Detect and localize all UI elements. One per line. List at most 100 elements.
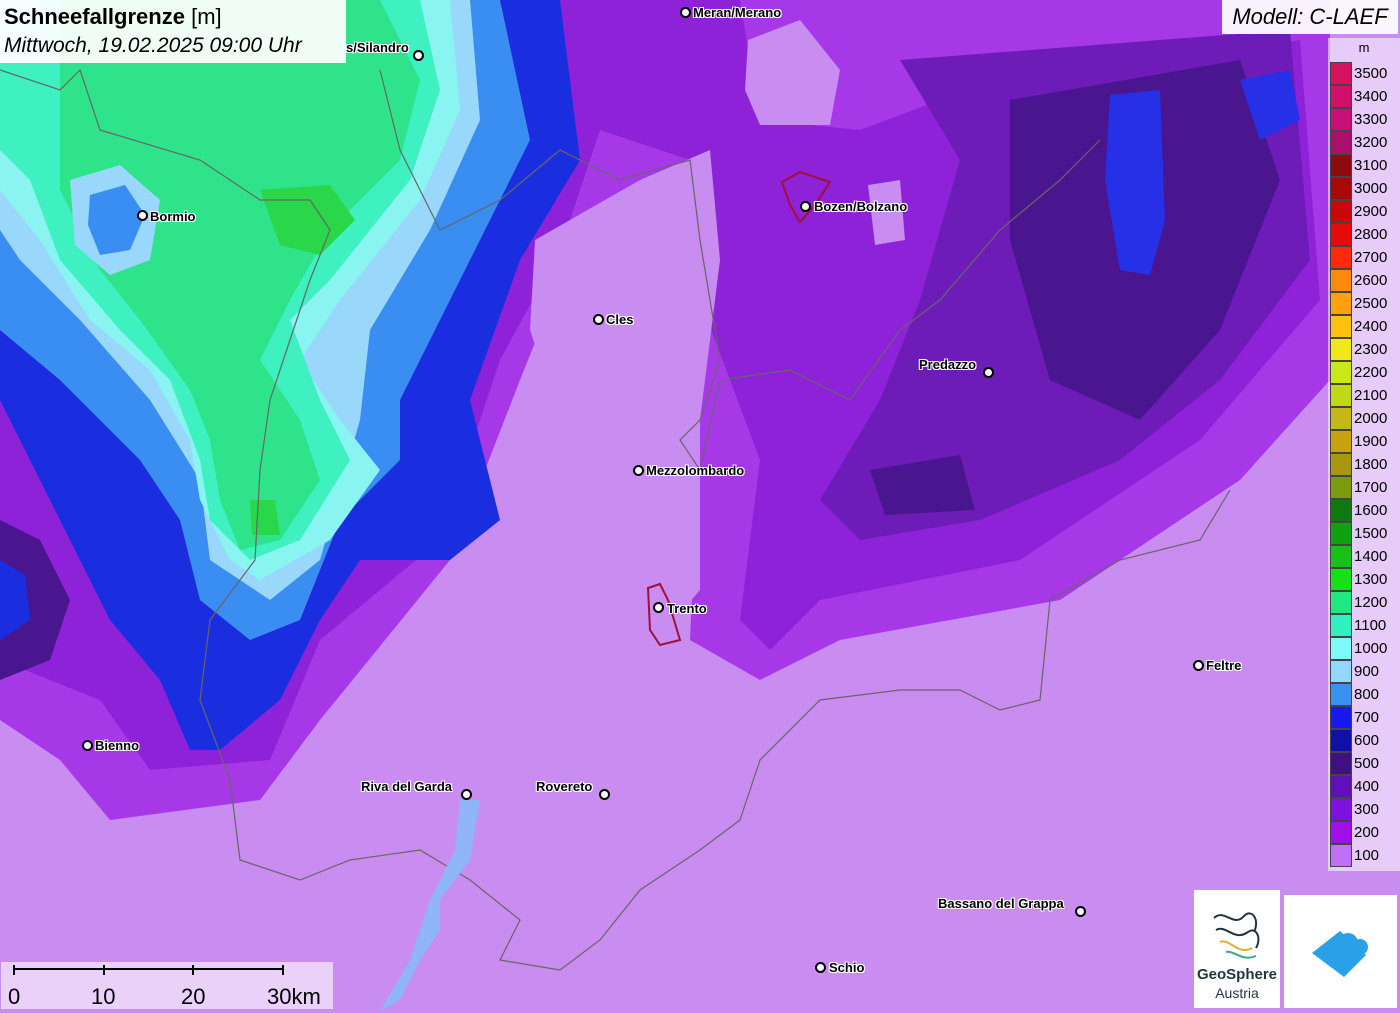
city-label: Schio <box>829 960 865 975</box>
legend-swatch <box>1330 223 1352 246</box>
city-label: Rovereto <box>536 779 593 794</box>
legend-swatch <box>1330 591 1352 614</box>
legend-swatch <box>1330 821 1352 844</box>
legend-swatch <box>1330 683 1352 706</box>
legend-label: 1000 <box>1354 640 1388 657</box>
legend-row: 2500 <box>1328 292 1400 315</box>
legend-swatch <box>1330 752 1352 775</box>
legend-swatch <box>1330 177 1352 200</box>
legend-row: 1300 <box>1328 568 1400 591</box>
city-dot-icon <box>593 314 604 325</box>
city-label: Bormio <box>150 209 196 224</box>
legend-label: 3500 <box>1354 65 1388 82</box>
city-label: Feltre <box>1206 658 1242 673</box>
legend-row: 1200 <box>1328 591 1400 614</box>
geosphere-logo-icon <box>1213 912 1260 959</box>
legend-swatch <box>1330 246 1352 269</box>
legend-row: 500 <box>1328 752 1400 775</box>
legend-row: 2900 <box>1328 200 1400 223</box>
legend-swatch <box>1330 545 1352 568</box>
model-label: Modell: C-LAEF <box>1222 0 1398 34</box>
map-title: Schneefallgrenze [m] <box>4 4 222 29</box>
legend-swatch <box>1330 62 1352 85</box>
legend-swatch <box>1330 200 1352 223</box>
city-dot-icon <box>633 465 644 476</box>
legend-row: 3400 <box>1328 85 1400 108</box>
legend-swatch <box>1330 729 1352 752</box>
legend-label: 1900 <box>1354 433 1388 450</box>
city-dot-icon <box>1193 660 1204 671</box>
legend-label: 300 <box>1354 801 1380 818</box>
legend-label: 700 <box>1354 709 1380 726</box>
legend-swatch <box>1330 453 1352 476</box>
city-label: Bassano del Grappa <box>938 896 1064 911</box>
scale-label: 10 <box>91 984 116 1009</box>
city-label: Meran/Merano <box>693 5 782 20</box>
legend-swatch <box>1330 522 1352 545</box>
legend-label: 400 <box>1354 778 1380 795</box>
city-dot-icon <box>413 50 424 61</box>
app-logo[interactable] <box>1284 895 1397 1008</box>
legend-label: 100 <box>1354 847 1380 864</box>
city-dot-icon <box>137 210 148 221</box>
legend-label: 600 <box>1354 732 1380 749</box>
legend-label: 800 <box>1354 686 1380 703</box>
snowfall-map[interactable] <box>0 0 1400 1011</box>
legend-row: 3200 <box>1328 131 1400 154</box>
legend-label: 2100 <box>1354 387 1388 404</box>
legend-swatch <box>1330 131 1352 154</box>
legend-swatch <box>1330 430 1352 453</box>
city-dot-icon <box>815 962 826 973</box>
legend-row: 600 <box>1328 729 1400 752</box>
legend-label: 1500 <box>1354 525 1388 542</box>
legend-label: 1800 <box>1354 456 1388 473</box>
legend-swatch <box>1330 775 1352 798</box>
legend-row: 1400 <box>1328 545 1400 568</box>
geosphere-logo[interactable]: GeoSphere Austria <box>1194 890 1280 1008</box>
legend-row: 2300 <box>1328 338 1400 361</box>
city-dot-icon <box>461 789 472 800</box>
legend-swatch <box>1330 315 1352 338</box>
legend-row: 1800 <box>1328 453 1400 476</box>
legend-row: 1900 <box>1328 430 1400 453</box>
legend-row: 2400 <box>1328 315 1400 338</box>
city-label: Mezzolombardo <box>646 463 745 478</box>
city-label: s/Silandro <box>346 40 409 55</box>
legend-label: 3000 <box>1354 180 1388 197</box>
legend-swatch <box>1330 637 1352 660</box>
legend-label: 1700 <box>1354 479 1388 496</box>
legend-label: 2800 <box>1354 226 1388 243</box>
city-dot-icon <box>983 367 994 378</box>
legend-swatch <box>1330 660 1352 683</box>
city-label: Bozen/Bolzano <box>814 199 908 214</box>
legend-row: 3300 <box>1328 108 1400 131</box>
city-label: Predazzo <box>919 357 977 372</box>
scale-label: 30km <box>267 984 321 1009</box>
city-label: Bienno <box>95 738 140 753</box>
legend-label: 1400 <box>1354 548 1388 565</box>
legend-label: 2000 <box>1354 410 1388 427</box>
map-title-box: Schneefallgrenze [m] Mittwoch, 19.02.202… <box>0 0 346 63</box>
legend-row: 900 <box>1328 660 1400 683</box>
legend-row: 1100 <box>1328 614 1400 637</box>
legend-label: 2900 <box>1354 203 1388 220</box>
legend-row: 3000 <box>1328 177 1400 200</box>
city-label: Riva del Garda <box>361 779 453 794</box>
geosphere-country: Austria <box>1215 985 1259 1001</box>
legend-label: 500 <box>1354 755 1380 772</box>
legend-swatch <box>1330 568 1352 591</box>
city-label: Trento <box>667 601 707 616</box>
legend-label: 3300 <box>1354 111 1388 128</box>
legend-swatch <box>1330 361 1352 384</box>
legend-row: 2000 <box>1328 407 1400 430</box>
legend-swatch <box>1330 85 1352 108</box>
legend-row: 2700 <box>1328 246 1400 269</box>
legend-row: 1700 <box>1328 476 1400 499</box>
legend-label: 2600 <box>1354 272 1388 289</box>
legend-row: 100 <box>1328 844 1400 867</box>
legend-label: 3200 <box>1354 134 1388 151</box>
city-dot-icon <box>1075 906 1086 917</box>
legend-label: 2300 <box>1354 341 1388 358</box>
legend-row: 400 <box>1328 775 1400 798</box>
legend-row: 2200 <box>1328 361 1400 384</box>
